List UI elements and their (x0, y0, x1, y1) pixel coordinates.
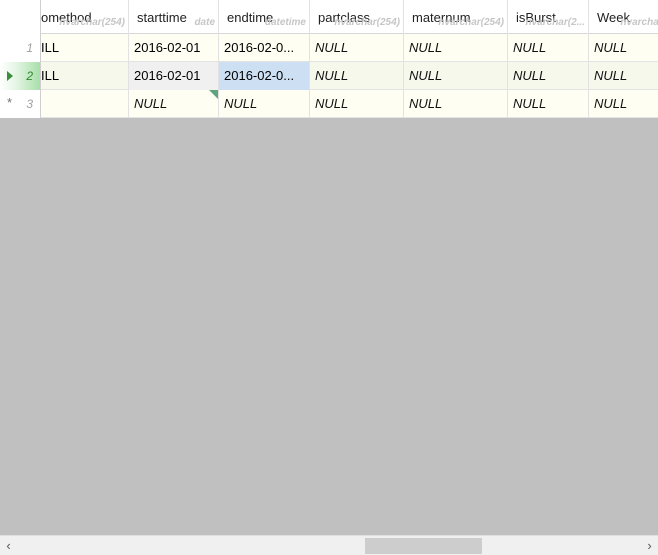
row-header[interactable]: 2 (0, 62, 41, 90)
column-header-row: omethod nvarchar(254) starttime date end… (0, 0, 658, 34)
cell-partclass[interactable]: NULL (310, 62, 404, 90)
column-header-starttime[interactable]: starttime date (129, 0, 219, 34)
scrollbar-thumb[interactable] (365, 538, 482, 554)
cell-omethod[interactable]: ILL (41, 34, 129, 62)
cell-partclass[interactable]: NULL (310, 90, 404, 118)
cell-isburst[interactable]: NULL (508, 90, 589, 118)
cell-endtime[interactable]: NULL (219, 90, 310, 118)
cell-endtime[interactable]: 2016-02-0... (219, 34, 310, 62)
table-row[interactable]: 2 ILL 2016-02-01 2016-02-0... NULL NULL … (0, 62, 658, 90)
cell-maternum[interactable]: NULL (404, 34, 508, 62)
column-type: nvarchar(254) (620, 17, 658, 28)
data-grid: omethod nvarchar(254) starttime date end… (0, 0, 658, 118)
cell-value: NULL (134, 96, 168, 111)
cell-starttime[interactable]: NULL (129, 90, 219, 118)
new-row-asterisk-icon: * (7, 95, 13, 110)
row-number: 1 (26, 41, 33, 55)
cell-week[interactable]: NULL (589, 62, 658, 90)
column-header-endtime[interactable]: endtime datetime (219, 0, 310, 34)
column-header-week[interactable]: Week nvarchar(254) (589, 0, 658, 34)
cell-omethod[interactable] (41, 90, 129, 118)
cell-comment-marker-icon (209, 90, 218, 99)
cell-partclass[interactable]: NULL (310, 34, 404, 62)
column-name: starttime (137, 10, 187, 25)
column-header-omethod[interactable]: omethod nvarchar(254) (41, 0, 129, 34)
table-row[interactable]: * 3 NULL NULL NULL NULL NULL NULL (0, 90, 658, 118)
column-header-isburst[interactable]: isBurst nvarchar(2... (508, 0, 589, 34)
column-type: nvarchar(254) (438, 17, 504, 28)
row-header[interactable]: 1 (0, 34, 41, 62)
cell-week[interactable]: NULL (589, 90, 658, 118)
column-type: datetime (264, 17, 306, 28)
cell-starttime[interactable]: 2016-02-01 (129, 34, 219, 62)
column-type: nvarchar(254) (59, 17, 125, 28)
column-type: nvarchar(254) (334, 17, 400, 28)
column-header-maternum[interactable]: maternum nvarchar(254) (404, 0, 508, 34)
column-type: nvarchar(2... (525, 17, 585, 28)
row-number: 2 (26, 69, 33, 83)
cell-week[interactable]: NULL (589, 34, 658, 62)
cell-maternum[interactable]: NULL (404, 62, 508, 90)
header-corner[interactable] (0, 0, 41, 34)
cell-maternum[interactable]: NULL (404, 90, 508, 118)
cell-isburst[interactable]: NULL (508, 34, 589, 62)
table-row[interactable]: 1 ILL 2016-02-01 2016-02-0... NULL NULL … (0, 34, 658, 62)
column-header-partclass[interactable]: partclass nvarchar(254) (310, 0, 404, 34)
scroll-right-icon[interactable]: › (641, 536, 658, 555)
horizontal-scrollbar[interactable]: ‹ › (0, 535, 658, 555)
row-header[interactable]: * 3 (0, 90, 41, 118)
scroll-left-icon[interactable]: ‹ (0, 536, 17, 555)
cell-isburst[interactable]: NULL (508, 62, 589, 90)
cell-starttime[interactable]: 2016-02-01 (129, 62, 219, 90)
cell-omethod[interactable]: ILL (41, 62, 129, 90)
column-type: date (194, 17, 215, 28)
current-row-arrow-icon (7, 71, 13, 81)
row-number: 3 (26, 97, 33, 111)
cell-endtime[interactable]: 2016-02-0... (219, 62, 310, 90)
